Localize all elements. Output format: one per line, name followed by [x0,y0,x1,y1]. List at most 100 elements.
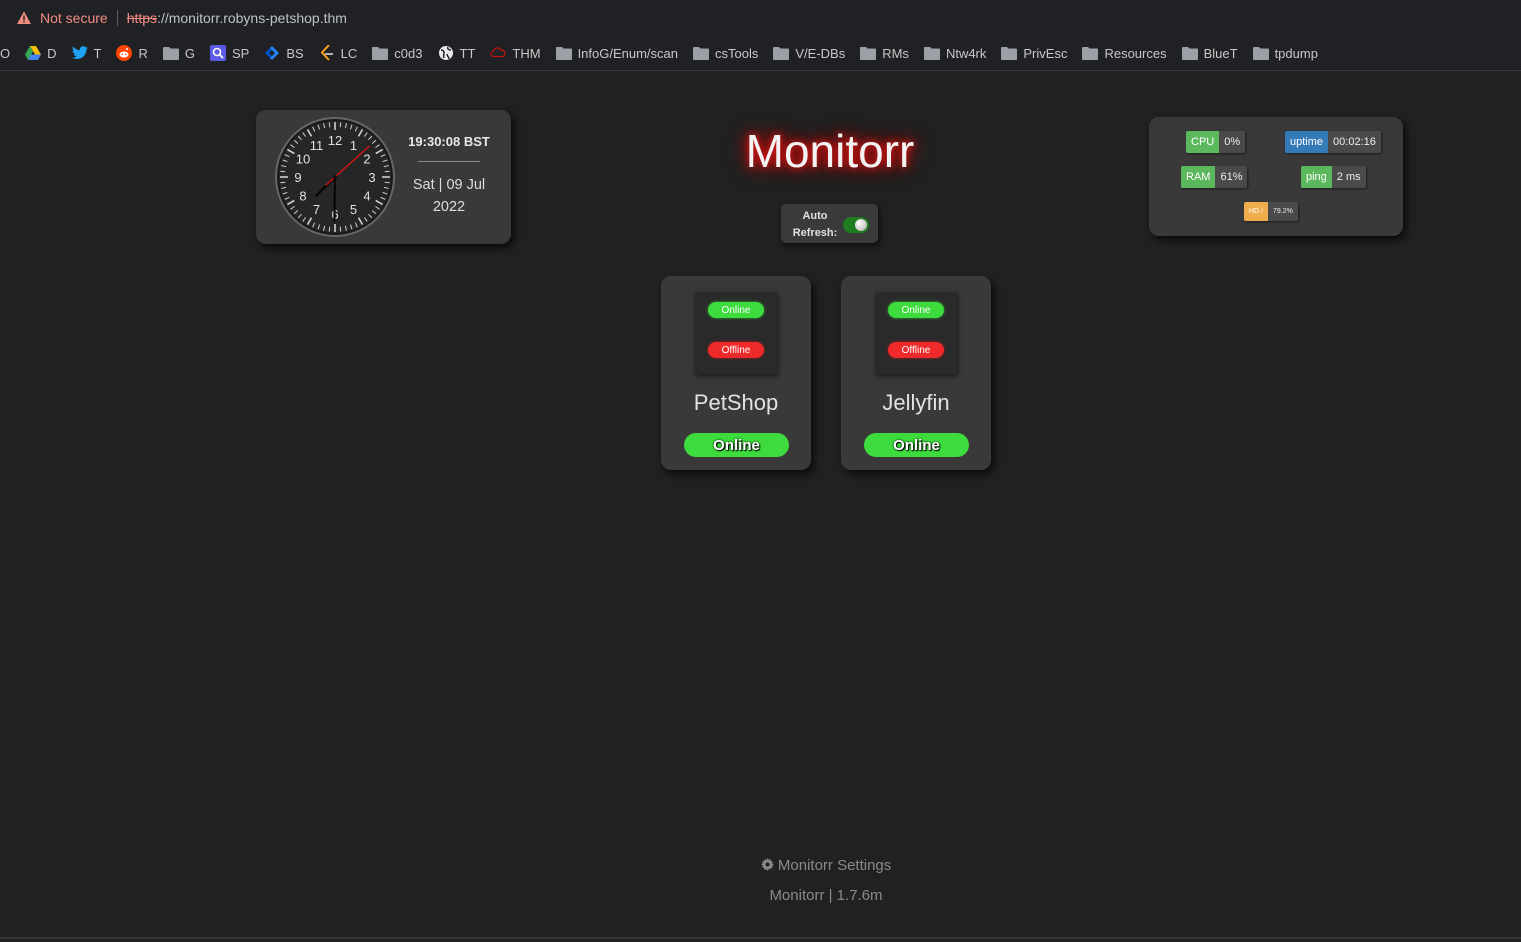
auto-refresh-control: Auto Refresh: [781,204,878,243]
folder-icon [1252,45,1269,61]
bookmark-tpdump[interactable]: tpdump [1252,45,1318,61]
bookmark-label: R [138,45,148,61]
folder-icon [372,45,389,61]
disk-label: HD / [1244,202,1268,221]
cpu-stat: CPU 0% [1186,131,1246,153]
settings-label: Monitorr Settings [777,857,892,874]
bookmark-privesc[interactable]: PrivEsc [1001,45,1067,61]
minute-hand [333,176,336,222]
cpu-label: CPU [1186,131,1220,153]
bookmark-d[interactable]: D [25,45,57,61]
clock-numeral: 8 [299,189,306,204]
bookmarks-bar: O D T R G SP BS LC c0d3 TT THM InfoG/Enum/scan csToo… [0,36,1521,71]
bookmark-label: RMs [882,45,909,61]
clock-divider [418,161,480,162]
clock-numeral: 3 [368,170,375,185]
bookmark-thm[interactable]: THM [490,45,541,61]
bookmark-ntw4rk[interactable]: Ntw4rk [923,45,986,61]
clock-numeral: 4 [363,189,370,204]
service-status-image: Online Offline [875,292,957,374]
bookmark-bs[interactable]: BS [264,45,304,61]
bookmark-g[interactable]: G [162,45,195,61]
bookmark-resources[interactable]: Resources [1082,45,1167,61]
folder-icon [923,45,940,61]
bottom-divider [0,937,1521,939]
globe-icon [438,45,454,61]
clock-numeral: 2 [363,152,370,167]
url-protocol: https [126,10,158,26]
bookmark-bluet[interactable]: BlueT [1181,45,1238,61]
folder-icon [555,45,572,61]
bookmark-c0d3[interactable]: c0d3 [372,45,423,61]
ram-label: RAM [1181,166,1216,188]
reddit-icon [116,45,133,61]
folder-icon [773,45,790,61]
clock-numeral: 9 [294,170,301,185]
folder-icon [860,45,877,61]
service-status-image: Online Offline [695,292,777,374]
clock-tick [384,181,390,184]
offline-badge: Offline [888,342,944,358]
cpu-value: 0% [1219,131,1246,153]
online-badge: Online [708,302,764,318]
clock-numeral: 12 [328,133,342,148]
uptime-value: 00:02:16 [1328,131,1381,153]
bookmark-rms[interactable]: RMs [860,45,909,61]
clock-numeral: 11 [310,138,324,153]
clock-tick [280,181,286,184]
bookmark-t[interactable]: T [71,45,101,61]
bookmark-label: D [47,45,57,61]
bookmark-label: BlueT [1203,45,1238,61]
version-text: Monitorr | 1.7.6m [769,887,883,904]
bookmark-sp[interactable]: SP [209,45,250,61]
bookmark-label: SP [231,45,250,61]
settings-link[interactable]: Monitorr Settings [700,857,952,874]
online-badge: Online [888,302,944,318]
service-card-petshop[interactable]: Online Offline PetShop Online [661,276,811,470]
uptime-label: uptime [1285,131,1329,153]
clock-date-line2: 2022 [432,199,466,215]
bookmark-v-e-dbs[interactable]: V/E-DBs [773,45,845,61]
clock-date: Sat | 09 Jul 2022 [404,174,494,218]
search-icon [209,45,226,61]
bookmark-cstools[interactable]: csTools [693,45,758,61]
address-bar[interactable]: Not secure https://monitorr.robyns-petsh… [0,0,1521,36]
analog-clock: 121234567891011 [275,117,395,237]
tryhackme-icon [490,45,506,61]
clock-time: 19:30:08 BST [408,134,490,149]
auto-refresh-label-line1: Auto [802,210,828,222]
service-card-jellyfin[interactable]: Online Offline Jellyfin Online [841,276,991,470]
auto-refresh-label-line2: Refresh: [792,227,838,239]
ping-value: 2 ms [1331,166,1366,188]
clock-tick [280,170,286,173]
bookmark-lc[interactable]: LC [319,45,357,61]
bookmark-label: c0d3 [394,45,423,61]
leetcode-icon [319,45,335,61]
security-status[interactable]: Not secure [40,10,108,26]
auto-refresh-toggle[interactable] [843,217,869,233]
clock-numeral: 10 [296,152,310,167]
bookmark-o[interactable]: O [0,46,10,61]
bookmark-label: O [0,45,11,61]
disk-stat: HD / 79.2% [1244,202,1298,221]
service-name: PetShop [693,390,779,415]
folder-icon [1001,45,1018,61]
offline-badge: Offline [708,342,764,358]
bookmark-label: csTools [715,45,759,61]
bookmark-label: THM [512,45,541,61]
url-text: ://monitorr.robyns-petshop.thm [157,10,347,26]
clock-center [333,175,337,179]
bookmark-label: PrivEsc [1023,45,1068,61]
bookmark-infog-enum-scan[interactable]: InfoG/Enum/scan [555,45,678,61]
bookmark-r[interactable]: R [116,45,148,61]
page-title: Monitorr [745,125,915,177]
folder-icon [162,45,179,61]
bookmark-label: TT [459,45,476,61]
warning-icon [16,10,32,26]
bookmark-label: G [184,45,195,61]
bookmark-tt[interactable]: TT [438,45,476,61]
twitter-icon [71,45,88,61]
address-separator [116,10,118,26]
service-status: Online [864,433,969,457]
clock-tick [339,122,342,128]
